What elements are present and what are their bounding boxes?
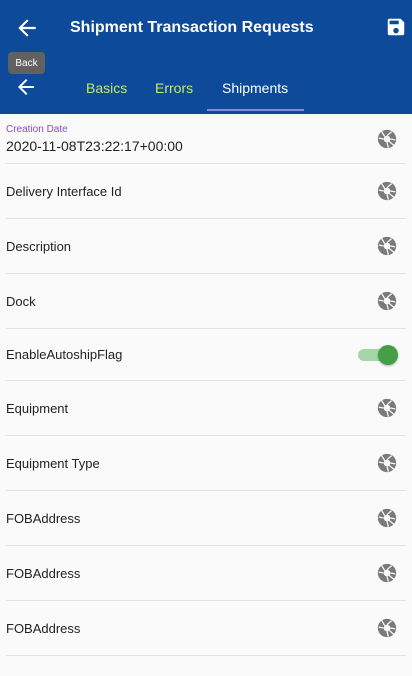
camera-shutter-icon[interactable]: [376, 452, 398, 474]
field-label: Equipment: [6, 400, 69, 416]
tab-bar: Basics Errors Shipments: [0, 58, 412, 114]
camera-shutter-icon[interactable]: [376, 128, 398, 150]
field-label: Equipment Type: [6, 455, 100, 471]
field-label: FOBAddress: [6, 620, 81, 636]
tab-basics[interactable]: Basics: [86, 80, 127, 96]
list-item[interactable]: Equipment: [6, 381, 406, 436]
field-label: Delivery Interface Id: [6, 183, 122, 199]
page-title: Shipment Transaction Requests: [70, 19, 314, 36]
tab-errors[interactable]: Errors: [155, 80, 193, 96]
list-item[interactable]: FOBAddress: [6, 491, 406, 546]
field-label: Description: [6, 238, 72, 254]
app-bar: Shipment Transaction Requests: [0, 0, 412, 58]
tab-indicator: [207, 109, 304, 111]
toggle-knob: [378, 344, 398, 365]
tab-shipments[interactable]: Shipments: [222, 80, 288, 96]
save-icon[interactable]: [385, 16, 407, 38]
field-label: EnableAutoshipFlag: [6, 347, 123, 362]
camera-shutter-icon[interactable]: [376, 235, 398, 257]
field-label: FOBAddress: [6, 565, 81, 581]
list-item[interactable]: EnableAutoshipFlag: [6, 329, 406, 381]
camera-shutter-icon[interactable]: [376, 290, 398, 312]
field-label: FOBAddress: [6, 510, 81, 526]
creation-date-label: Creation Date: [6, 124, 68, 135]
list-item[interactable]: Description: [6, 219, 406, 274]
arrow-left-icon[interactable]: [14, 75, 38, 99]
list-item[interactable]: Creation Date 2020-11-08T23:22:17+00:00: [6, 114, 406, 164]
camera-shutter-icon[interactable]: [376, 562, 398, 584]
creation-date-value: 2020-11-08T23:22:17+00:00: [6, 138, 183, 154]
camera-shutter-icon[interactable]: [376, 180, 398, 202]
list-item[interactable]: FOBAddress: [6, 546, 406, 601]
list-item[interactable]: Delivery Interface Id: [6, 164, 406, 219]
camera-shutter-icon[interactable]: [376, 507, 398, 529]
autoship-toggle[interactable]: [358, 344, 398, 365]
camera-shutter-icon[interactable]: [376, 617, 398, 639]
list-item[interactable]: Dock: [6, 274, 406, 329]
field-list: Creation Date 2020-11-08T23:22:17+00:00 …: [0, 114, 412, 656]
camera-shutter-icon[interactable]: [376, 397, 398, 419]
field-label: Dock: [6, 293, 36, 309]
arrow-left-icon[interactable]: [14, 15, 40, 41]
back-tooltip: Back: [8, 52, 45, 74]
list-item[interactable]: Equipment Type: [6, 436, 406, 491]
list-item[interactable]: FOBAddress: [6, 601, 406, 656]
